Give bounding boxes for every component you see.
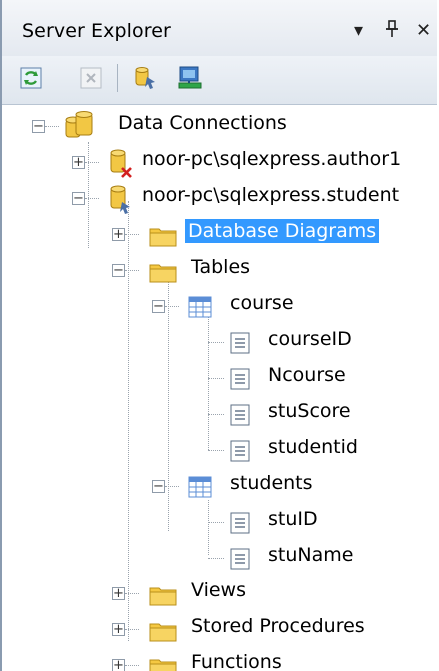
stored-procedures-label: Stored Procedures: [191, 615, 365, 637]
column-label: stuID: [268, 508, 318, 530]
tree-node-column[interactable]: stuName: [2, 541, 437, 575]
tree-line: [85, 162, 99, 163]
column-icon: [230, 404, 250, 431]
expand-icon[interactable]: +: [112, 623, 125, 636]
server-explorer-tree: − Data Connections + noor-pc\sqlexpress.…: [2, 105, 437, 671]
table-icon: [188, 296, 212, 323]
tree-line: [125, 270, 139, 271]
connection-label: noor-pc\sqlexpress.author1: [142, 148, 402, 170]
tree-node-table-students[interactable]: − students: [2, 469, 437, 503]
tables-label: Tables: [191, 256, 251, 278]
column-label: courseID: [268, 328, 352, 350]
tree-node-connection-student[interactable]: − noor-pc\sqlexpress.student: [2, 181, 437, 215]
refresh-icon[interactable]: [16, 63, 46, 93]
collapse-icon[interactable]: −: [32, 120, 45, 133]
column-icon: [230, 548, 250, 575]
server-explorer-window: Server Explorer ▾ ✕ − Data Connections +…: [0, 0, 437, 671]
table-label: course: [230, 292, 294, 314]
tree-line: [208, 414, 224, 415]
toolbar: [2, 56, 437, 105]
tree-line: [125, 593, 139, 594]
tree-node-database-diagrams[interactable]: + Database Diagrams: [2, 217, 437, 251]
tree-line: [208, 522, 224, 523]
window-menu-dropdown[interactable]: ▾: [354, 20, 363, 41]
tree-node-stored-procedures[interactable]: + Stored Procedures: [2, 612, 437, 646]
column-icon: [230, 512, 250, 539]
window-title: Server Explorer: [22, 20, 171, 42]
tree-line: [165, 306, 179, 307]
tree-line: [208, 558, 224, 559]
tree-node-column[interactable]: stuID: [2, 505, 437, 539]
data-connections-label: Data Connections: [118, 112, 287, 134]
expand-icon[interactable]: +: [72, 156, 85, 169]
tree-line: [165, 486, 179, 487]
views-label: Views: [191, 579, 246, 601]
tree-line: [45, 126, 59, 127]
connect-to-server-icon[interactable]: [175, 63, 205, 93]
folder-icon: [149, 656, 177, 671]
stop-refresh-icon[interactable]: [76, 63, 106, 93]
tree-line: [208, 342, 224, 343]
database-diagrams-label: Database Diagrams: [185, 219, 380, 243]
collapse-icon[interactable]: −: [152, 480, 165, 493]
tree-line: [208, 450, 224, 451]
column-label: stuScore: [268, 400, 351, 422]
expand-icon[interactable]: +: [112, 587, 125, 600]
collapse-icon[interactable]: −: [152, 300, 165, 313]
expand-icon[interactable]: +: [112, 228, 125, 241]
tree-line: [125, 665, 139, 666]
collapse-icon[interactable]: −: [72, 192, 85, 205]
tree-node-data-connections[interactable]: − Data Connections: [2, 109, 437, 143]
tree-node-column[interactable]: studentid: [2, 433, 437, 467]
column-icon: [230, 332, 250, 359]
broken-connection-icon: [107, 148, 133, 183]
collapse-icon[interactable]: −: [112, 264, 125, 277]
tree-line: [125, 629, 139, 630]
column-label: Ncourse: [268, 364, 346, 386]
table-label: students: [230, 472, 313, 494]
database-connection-icon: [107, 184, 133, 219]
tree-node-column[interactable]: courseID: [2, 325, 437, 359]
tree-node-column[interactable]: Ncourse: [2, 361, 437, 395]
tree-node-table-course[interactable]: − course: [2, 289, 437, 323]
folder-icon: [149, 584, 177, 611]
column-label: stuName: [268, 544, 354, 566]
table-icon: [188, 476, 212, 503]
folder-icon: [149, 225, 177, 252]
tree-node-tables[interactable]: − Tables: [2, 253, 437, 287]
data-connections-icon: [64, 111, 98, 144]
column-label: studentid: [268, 436, 358, 458]
pin-icon[interactable]: [385, 20, 399, 43]
toolbar-separator: [117, 64, 118, 92]
tree-line: [208, 378, 224, 379]
tree-node-functions[interactable]: + Functions: [2, 648, 437, 671]
tree-node-views[interactable]: + Views: [2, 576, 437, 610]
connection-label: noor-pc\sqlexpress.student: [142, 184, 400, 206]
tree-node-connection-author1[interactable]: + noor-pc\sqlexpress.author1: [2, 145, 437, 179]
connect-to-database-icon[interactable]: [130, 63, 160, 93]
tree-line: [125, 234, 139, 235]
column-icon: [230, 368, 250, 395]
tree-node-column[interactable]: stuScore: [2, 397, 437, 431]
column-icon: [230, 440, 250, 467]
close-icon[interactable]: ✕: [416, 20, 431, 41]
folder-icon: [149, 261, 177, 288]
functions-label: Functions: [191, 651, 282, 671]
expand-icon[interactable]: +: [112, 659, 125, 671]
tree-line: [85, 198, 99, 199]
title-bar: Server Explorer ▾ ✕: [2, 0, 437, 57]
folder-icon: [149, 620, 177, 647]
